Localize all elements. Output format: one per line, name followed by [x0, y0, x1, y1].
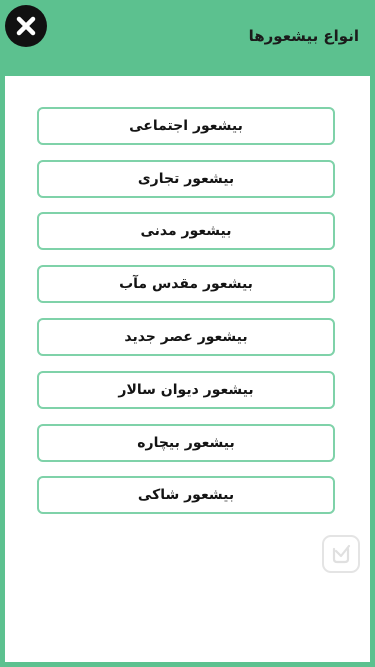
menu-item-button[interactable]: بیشعور دیوان سالار — [37, 371, 335, 409]
menu-item-button[interactable]: بیشعور تجاری — [37, 160, 335, 198]
page-title: انواع بیشعورها — [248, 27, 359, 45]
menu-item-button[interactable]: بیشعور عصر جدید — [37, 318, 335, 356]
menu-item-button[interactable]: بیشعور مقدس مآب — [37, 265, 335, 303]
menu-item-button[interactable]: بیشعور شاکی — [37, 476, 335, 514]
menu-item-button[interactable]: بیشعور اجتماعی — [37, 107, 335, 145]
menu-item-button[interactable]: بیشعور بیچاره — [37, 424, 335, 462]
close-icon — [16, 16, 36, 36]
content-panel: بیشعور اجتماعی بیشعور تجاری بیشعور مدنی … — [5, 76, 370, 662]
menu-item-button[interactable]: بیشعور مدنی — [37, 212, 335, 250]
app-store-badge-icon — [322, 535, 360, 573]
close-button[interactable] — [5, 5, 47, 47]
header-bar: انواع بیشعورها — [0, 0, 375, 76]
